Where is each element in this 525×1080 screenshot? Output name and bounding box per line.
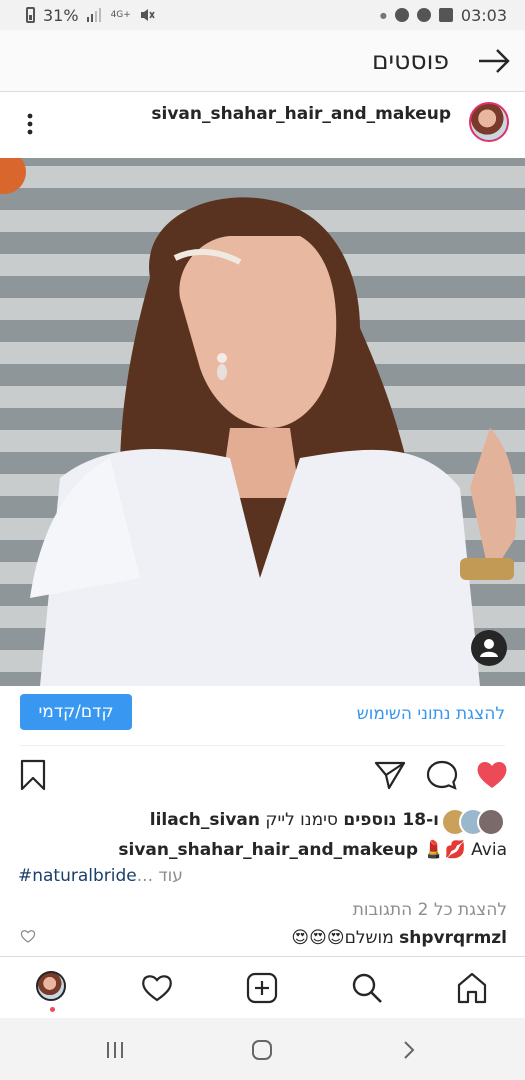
promote-button[interactable]: קדם/קדמי — [20, 694, 132, 730]
likes-row[interactable]: ו-18 נוספים סימנו לייק lilach_sivan — [0, 806, 525, 836]
gallery-icon — [438, 8, 453, 22]
likes-label: סימנו לייק — [265, 810, 338, 830]
caption: sivan_shahar_hair_and_makeup 💄💋 Avia — [118, 840, 507, 860]
clock: 03:03 — [460, 5, 507, 25]
likes-text: ו-18 נוספים סימנו לייק lilach_sivan — [150, 810, 439, 830]
facebook-icon — [394, 8, 409, 22]
top-header: פוסטים — [0, 30, 525, 92]
insights-bar: קדם/קדמי להצגת נתוני השימוש — [0, 686, 525, 746]
more-vertical-icon[interactable] — [20, 112, 40, 136]
caption-text: 💄💋 Avia — [423, 840, 507, 860]
comment-text: מושלם😍😍😍 — [291, 928, 394, 948]
page-title: פוסטים — [371, 46, 449, 75]
caption-username[interactable]: sivan_shahar_hair_and_makeup — [118, 840, 418, 860]
search-icon[interactable] — [350, 971, 384, 1005]
liker-avatar — [477, 808, 505, 836]
comment-row: shpvrqrmzl מושלם😍😍😍 — [291, 928, 507, 948]
notification-dot — [50, 1007, 55, 1012]
post-header: sivan_shahar_hair_and_makeup — [0, 92, 525, 158]
messenger-icon — [416, 8, 431, 22]
home-button-icon[interactable] — [250, 1038, 274, 1062]
battery-icon — [26, 7, 35, 23]
caption-hashtag[interactable]: #naturalbride — [18, 866, 137, 886]
post-photo — [0, 158, 525, 686]
new-post-icon[interactable] — [245, 971, 279, 1005]
activity-heart-icon[interactable] — [140, 971, 174, 1005]
arrow-right-icon[interactable] — [477, 46, 511, 76]
caption-line-2: #naturalbride... עוד — [18, 866, 183, 886]
recent-apps-icon[interactable] — [103, 1038, 127, 1062]
view-insights-link[interactable]: להצגת נתוני השימוש — [357, 704, 505, 724]
view-all-comments[interactable]: להצגת כל 2 התגובות — [353, 900, 507, 920]
home-icon[interactable] — [455, 971, 489, 1005]
post-image[interactable] — [0, 158, 525, 686]
divider — [20, 745, 505, 746]
battery-level: 31% — [43, 5, 79, 25]
comment-like-icon[interactable] — [20, 929, 36, 943]
comment-icon[interactable] — [425, 758, 459, 792]
first-liker[interactable]: lilach_sivan — [150, 810, 260, 830]
post-username[interactable]: sivan_shahar_hair_and_makeup — [151, 104, 451, 124]
likes-others[interactable]: ו-18 נוספים — [343, 810, 439, 830]
heart-filled-icon[interactable] — [475, 758, 509, 792]
status-right: ● 03:03 — [380, 6, 507, 25]
bookmark-icon[interactable] — [16, 758, 50, 792]
person-icon — [480, 639, 498, 657]
comment-username[interactable]: shpvrqrmzl — [399, 928, 507, 948]
liker-avatars — [441, 808, 507, 836]
send-icon[interactable] — [373, 758, 407, 792]
caption-more[interactable]: ... עוד — [137, 866, 183, 886]
dot-icon: ● — [379, 10, 387, 20]
back-chevron-icon[interactable] — [397, 1038, 421, 1062]
user-tag-icon[interactable] — [471, 630, 507, 666]
android-nav-bar — [0, 1018, 525, 1080]
avatar[interactable] — [469, 102, 509, 142]
action-bar — [0, 752, 525, 800]
bottom-nav — [0, 956, 525, 1019]
network-type: 4G+ — [110, 9, 131, 20]
status-bar: 31% 4G+ ● 03:03 — [0, 0, 525, 30]
profile-icon[interactable] — [36, 971, 70, 1012]
mute-icon — [140, 9, 155, 21]
nav-avatar — [36, 971, 66, 1001]
status-left: 31% 4G+ — [26, 6, 155, 25]
signal-icon — [86, 8, 101, 22]
